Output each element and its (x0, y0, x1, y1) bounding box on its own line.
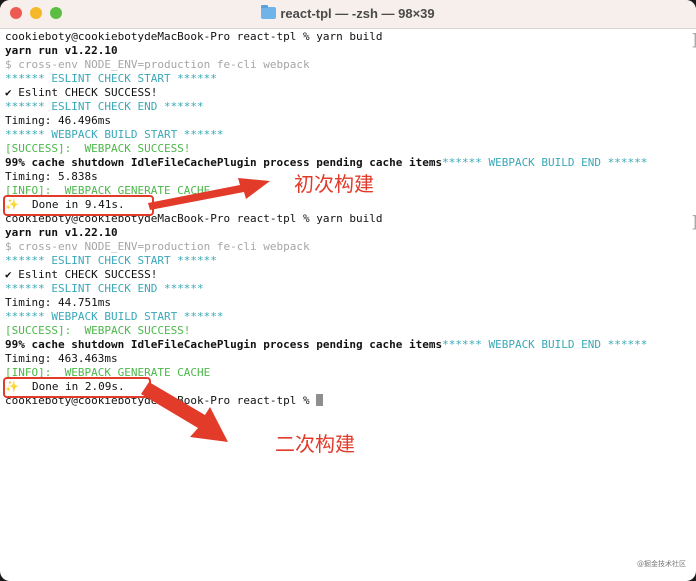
watermark: @掘金技术社区 (637, 560, 686, 568)
arrow-second (141, 382, 228, 442)
annotation-arrows (141, 178, 270, 442)
annotation-first-build: 初次构建 (294, 172, 374, 196)
arrow-first (148, 178, 270, 210)
annotation-second-build: 二次构建 (275, 432, 355, 456)
terminal-window: react-tpl — -zsh — 98×39 cookieboty@cook… (0, 0, 696, 581)
